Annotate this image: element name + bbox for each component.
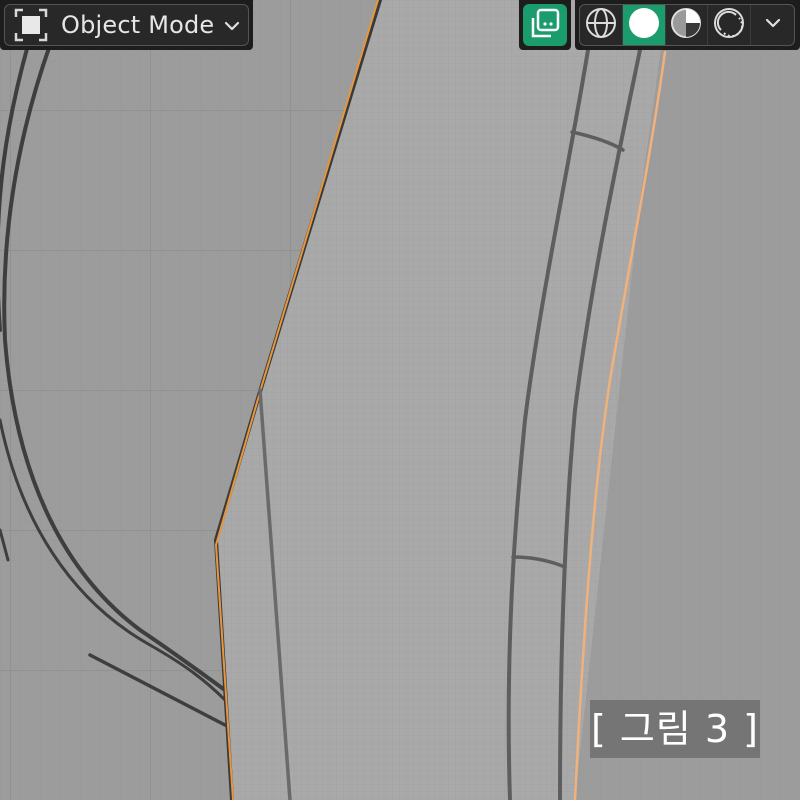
solid-shading-icon	[627, 6, 661, 44]
mode-selector-panel: Object Mode	[0, 0, 253, 50]
mode-label: Object Mode	[61, 11, 215, 39]
shading-panel	[575, 0, 800, 50]
rendered-shading-button[interactable]	[708, 5, 752, 45]
rendered-shading-icon	[712, 6, 746, 44]
wireframe-shading-icon	[584, 6, 618, 44]
material-preview-button[interactable]	[666, 5, 709, 45]
solid-shading-button[interactable]	[622, 5, 666, 45]
material-preview-icon	[669, 6, 703, 44]
chevron-down-icon	[763, 13, 783, 37]
chevron-down-icon	[222, 16, 242, 36]
figure-caption: [ 그림 3 ]	[590, 700, 760, 758]
overlays-icon	[523, 8, 567, 50]
object-mode-icon	[11, 5, 51, 45]
object-mode-dropdown[interactable]: Object Mode	[4, 4, 249, 46]
shading-options-dropdown[interactable]	[751, 5, 794, 45]
3d-viewport[interactable]	[0, 0, 800, 800]
overlays-toggle-button[interactable]	[523, 4, 567, 46]
wireframe-shading-button[interactable]	[580, 5, 623, 45]
viewport-shading-group	[579, 4, 795, 46]
overlays-panel	[519, 0, 571, 50]
